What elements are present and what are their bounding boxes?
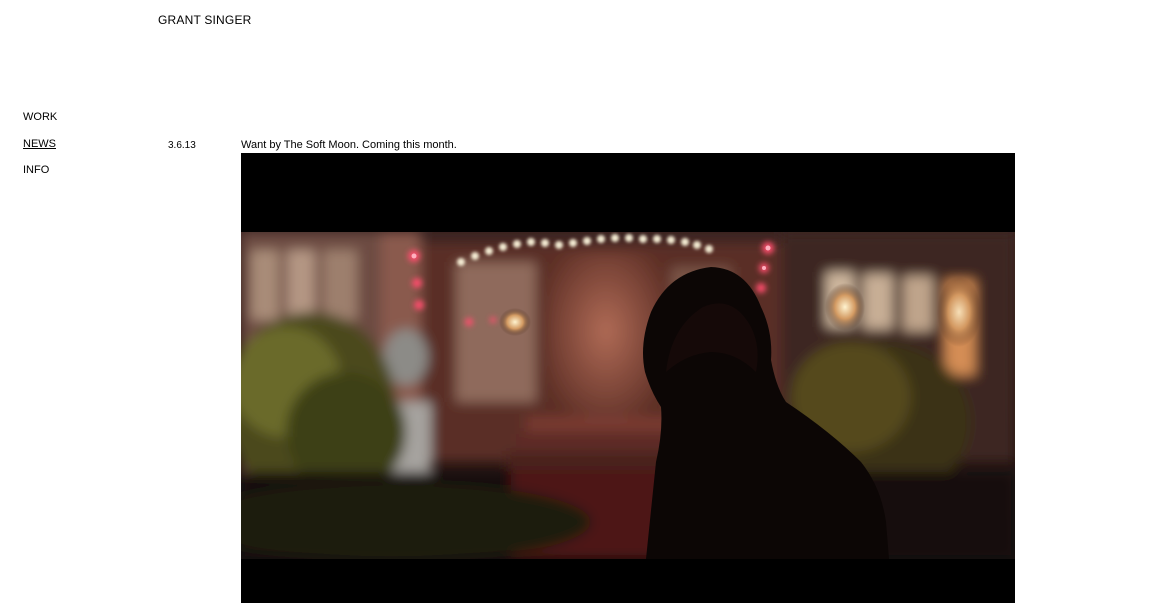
site-title[interactable]: GRANT SINGER [158, 13, 252, 27]
nav-item-info: INFO [23, 163, 57, 190]
nav-item-work: WORK [23, 110, 57, 137]
nav-link-news[interactable]: NEWS [23, 138, 56, 150]
nav-link-work[interactable]: WORK [23, 111, 57, 123]
post-date: 3.6.13 [168, 140, 196, 151]
video-frame-image [241, 232, 1015, 559]
post-caption: Want by The Soft Moon. Coming this month… [241, 139, 457, 151]
nav-link-info[interactable]: INFO [23, 164, 49, 176]
main-nav: WORK NEWS INFO [23, 110, 57, 190]
nav-item-news: NEWS [23, 137, 57, 164]
video-player[interactable] [241, 153, 1015, 603]
